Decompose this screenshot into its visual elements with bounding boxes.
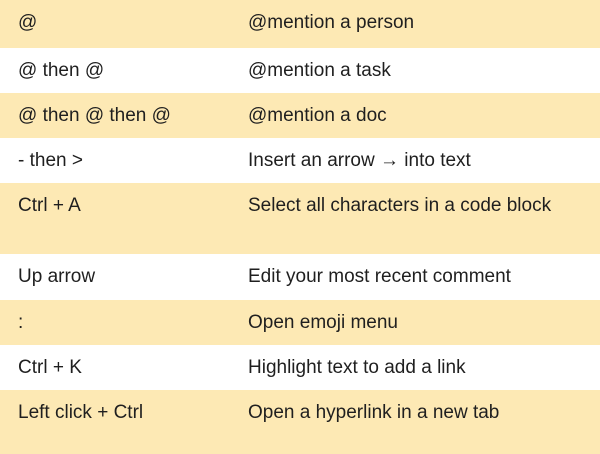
shortcut-keys: Left click + Ctrl — [0, 390, 232, 454]
shortcut-keys: : — [0, 300, 232, 345]
shortcut-action: Insert an arrow → into text — [248, 150, 471, 171]
shortcut-action: @mention a person — [232, 0, 600, 48]
shortcut-action: Open a hyperlink in a new tab — [232, 390, 600, 454]
table-row: - then > Insert an arrow → into text — [0, 138, 600, 183]
shortcut-keys: @ then @ — [18, 60, 105, 81]
table-row: Ctrl + A Select all characters in a code… — [0, 183, 600, 254]
shortcut-action: @mention a doc — [232, 93, 600, 138]
shortcut-keys: Ctrl + A — [0, 183, 232, 254]
shortcut-action: Select all characters in a code block — [232, 183, 600, 254]
table-row: Up arrow Edit your most recent comment — [0, 254, 600, 300]
shortcut-action: Highlight text to add a link — [248, 357, 466, 378]
shortcut-keys: Up arrow — [18, 266, 96, 287]
shortcut-action: Edit your most recent comment — [248, 266, 511, 287]
shortcut-action: Open emoji menu — [232, 300, 600, 345]
shortcut-keys: @ then @ then @ — [0, 93, 232, 138]
shortcut-keys: Ctrl + K — [18, 357, 82, 378]
shortcut-keys: @ — [0, 0, 232, 48]
table-row: @ then @ @mention a task — [0, 48, 600, 93]
shortcut-keys: - then > — [18, 150, 83, 171]
table-row: @ then @ then @ @mention a doc — [0, 93, 600, 138]
shortcuts-table: @ @mention a person @ then @ @mention a … — [0, 0, 600, 454]
table-row: : Open emoji menu — [0, 300, 600, 345]
table-row: @ @mention a person — [0, 0, 600, 48]
table-row: Left click + Ctrl Open a hyperlink in a … — [0, 390, 600, 454]
table-row: Ctrl + K Highlight text to add a link — [0, 345, 600, 390]
shortcut-action: @mention a task — [248, 60, 391, 81]
